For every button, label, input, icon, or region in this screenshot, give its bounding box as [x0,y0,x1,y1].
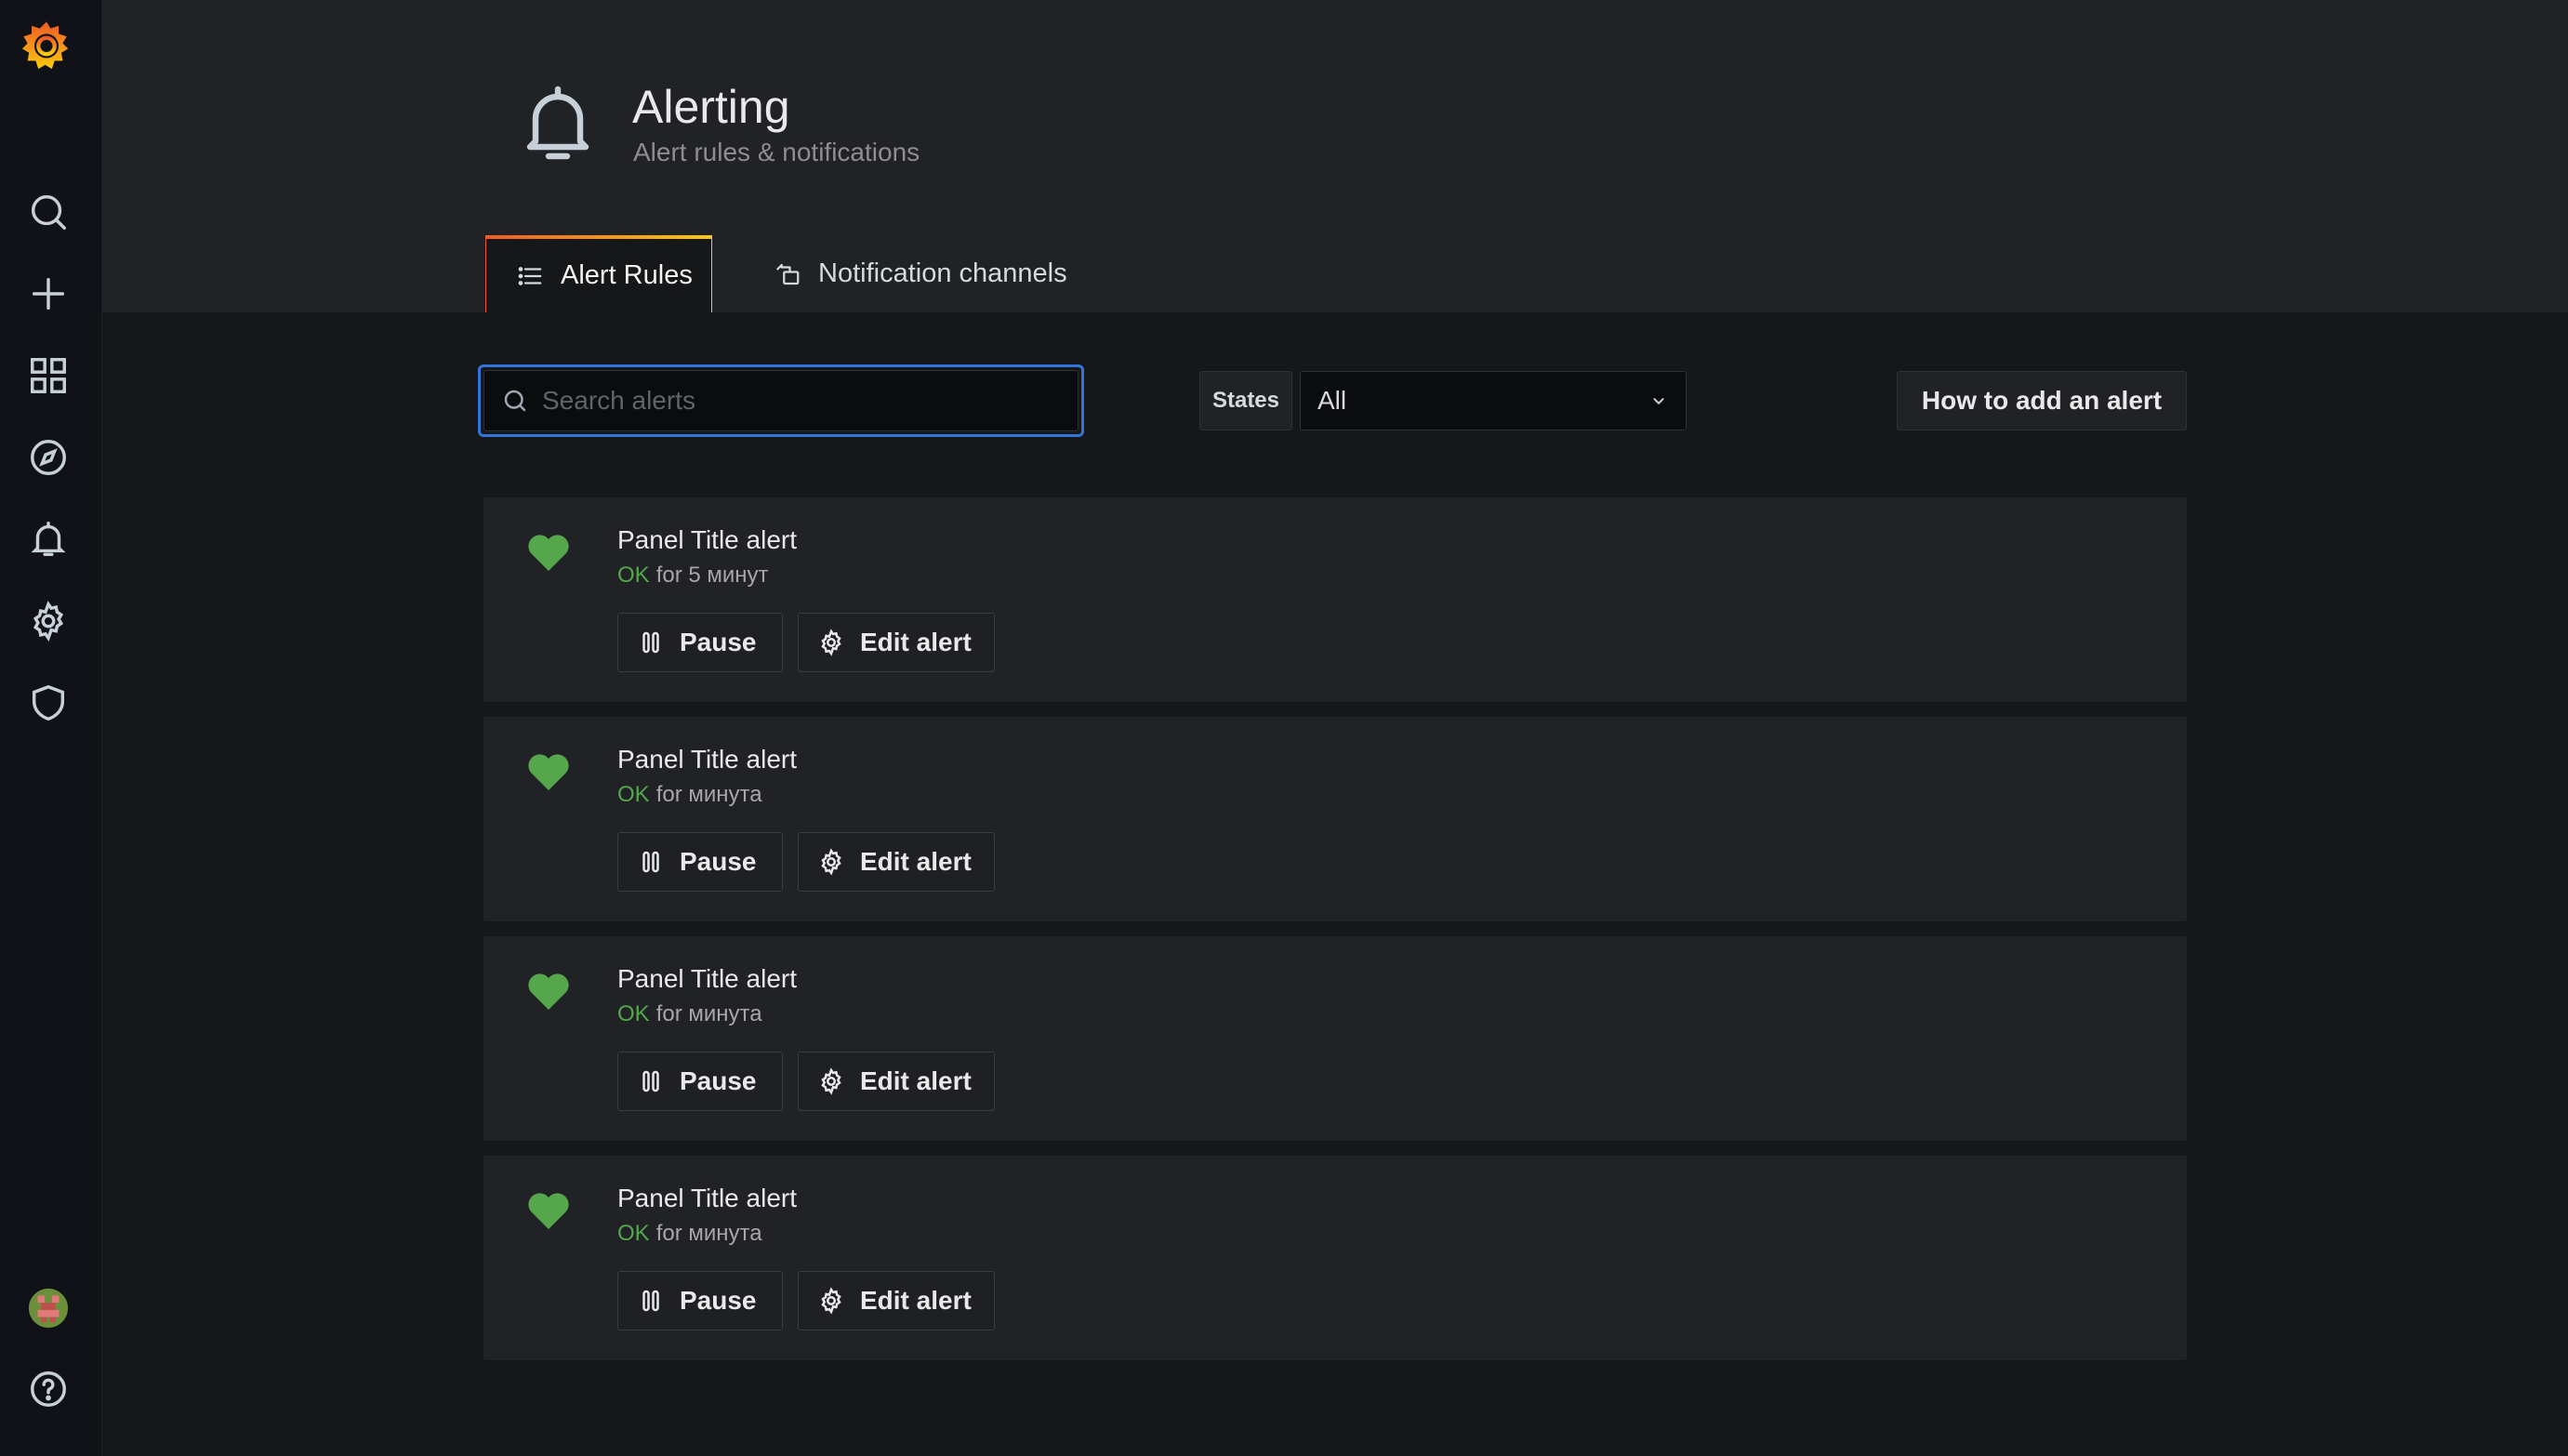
alert-state-ok: OK [617,782,650,807]
gear-icon [821,1067,841,1095]
search-input[interactable] [542,386,1063,416]
edit-alert-button[interactable]: Edit alert [798,832,995,892]
channel-icon [775,263,800,285]
alert-state-ok: OK [617,563,650,588]
edit-alert-button[interactable]: Edit alert [798,613,995,672]
avatar[interactable] [23,1283,73,1333]
sidebar [0,0,102,1456]
heart-ok-icon [528,535,569,571]
pause-button[interactable]: Pause [617,832,783,892]
tab-label: Alert Rules [561,260,693,290]
alert-title[interactable]: Panel Title alert [617,1184,797,1213]
search-icon [504,390,526,412]
pause-icon [642,1290,659,1312]
chevron-down-icon [1653,398,1664,404]
heart-ok-icon [528,973,569,1010]
pause-label: Pause [680,1286,757,1315]
gear-icon [821,1287,841,1315]
dashboards-grid-icon[interactable] [23,351,73,401]
gear-icon [821,629,841,656]
alert-duration: for минута [655,1221,762,1246]
alert-rule-row: Panel Title alert OK for минута Pause Edi… [483,936,2187,1141]
alert-title[interactable]: Panel Title alert [617,525,797,555]
pause-icon [642,631,659,654]
edit-alert-label: Edit alert [860,628,972,656]
how-to-add-alert-button[interactable]: How to add an alert [1897,371,2187,430]
bell-header-icon [521,82,595,165]
edit-alert-button[interactable]: Edit alert [798,1271,995,1330]
help-icon[interactable] [23,1364,73,1414]
alert-rule-row: Panel Title alert OK for минута Pause Edi… [483,717,2187,921]
search-focus-ring [478,364,1084,437]
tab-alert-rules[interactable]: Alert Rules [485,235,712,312]
bell-alerting-icon[interactable] [23,514,73,564]
shield-icon[interactable] [23,678,73,728]
compass-explore-icon[interactable] [23,432,73,483]
pause-label: Pause [680,628,757,656]
page-subtitle: Alert rules & notifications [633,138,920,166]
alert-state-ok: OK [617,1001,650,1026]
plus-icon[interactable] [23,269,73,319]
pause-button[interactable]: Pause [617,1271,783,1330]
tab-notification-channels[interactable]: Notification channels [774,235,1164,312]
search-box [483,370,1079,431]
page-header: Alerting Alert rules & notifications Ale… [102,0,2568,312]
pause-icon [642,1070,659,1092]
states-value: All [1317,386,1347,415]
alert-duration: for минута [655,782,762,807]
pause-label: Pause [680,847,757,876]
states-label: States [1199,371,1292,430]
pause-icon [642,851,659,873]
alert-rule-row: Panel Title alert OK for 5 минут Pause Ed… [483,497,2187,702]
edit-alert-button[interactable]: Edit alert [798,1052,995,1111]
states-select[interactable]: All [1300,371,1687,430]
edit-alert-label: Edit alert [860,1066,972,1095]
alert-state: OK for минута [617,1001,762,1027]
alert-state-ok: OK [617,1221,650,1246]
alert-duration: for 5 минут [655,563,769,588]
pause-label: Pause [680,1066,757,1095]
list-icon [518,266,542,285]
pause-button[interactable]: Pause [617,1052,783,1111]
heart-ok-icon [528,1193,569,1229]
edit-alert-label: Edit alert [860,847,972,876]
alert-duration: for минута [655,1001,762,1026]
alert-state: OK for минута [617,782,762,808]
edit-alert-label: Edit alert [860,1286,972,1315]
alert-title[interactable]: Panel Title alert [617,964,797,994]
alert-state: OK for 5 минут [617,563,769,589]
gear-config-icon[interactable] [23,596,73,646]
alert-rule-row: Panel Title alert OK for минута Pause Edi… [483,1156,2187,1360]
grafana-logo-icon[interactable] [19,17,74,73]
tab-label: Notification channels [818,258,1067,288]
page-title: Alerting [632,81,790,133]
heart-ok-icon [528,754,569,790]
pause-button[interactable]: Pause [617,613,783,672]
alert-title[interactable]: Panel Title alert [617,745,797,774]
gear-icon [821,848,841,876]
alert-state: OK for минута [617,1221,762,1247]
search-icon[interactable] [23,187,73,237]
